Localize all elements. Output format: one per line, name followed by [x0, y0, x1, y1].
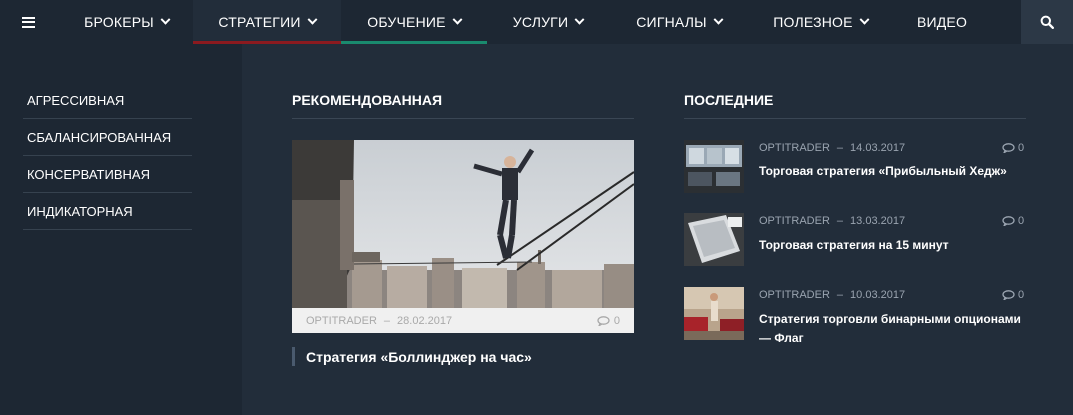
nav-item-label: Стратегии — [218, 14, 301, 30]
nav-item-education[interactable]: Обучение — [341, 0, 487, 44]
comments-link[interactable]: 0 — [1002, 142, 1024, 154]
nav-item-signals[interactable]: Сигналы — [609, 0, 749, 44]
latest-divider — [684, 118, 1026, 119]
nav-item-useful[interactable]: Полезное — [749, 0, 892, 44]
post-date: 14.03.2017 — [850, 142, 906, 154]
comments-link[interactable]: 0 — [1002, 289, 1024, 301]
post-date: 10.03.2017 — [850, 289, 906, 301]
comment-count: 0 — [1018, 215, 1025, 227]
trading-desk-photo — [684, 140, 744, 193]
search-button[interactable] — [1021, 0, 1073, 44]
post-thumbnail[interactable] — [684, 287, 744, 340]
post-title[interactable]: Торговая стратегия на 15 минут — [759, 236, 1021, 255]
post-title[interactable]: Стратегия торговли бинарными опционами —… — [759, 310, 1021, 348]
nav-item-label: Сигналы — [636, 14, 707, 30]
meta-separator: – — [836, 289, 844, 301]
nav-item-label: Обучение — [367, 14, 446, 30]
submenu-item-label: Консервативная — [27, 166, 150, 182]
nav-item-label: Полезное — [773, 14, 853, 30]
street-photo — [684, 287, 744, 340]
meta-separator: – — [836, 215, 844, 227]
comment-count: 0 — [1018, 289, 1025, 301]
latest-heading: Последние — [684, 92, 774, 108]
meta-separator: – — [383, 314, 391, 327]
author-link[interactable]: OPTITRADER — [759, 142, 830, 154]
submenu-item-label: Агрессивная — [27, 92, 125, 108]
post-thumbnail[interactable] — [684, 140, 744, 193]
comment-icon — [1002, 290, 1015, 300]
laptop-photo — [684, 213, 744, 266]
author-link[interactable]: OPTITRADER — [759, 215, 830, 227]
post-date: 28.02.2017 — [397, 314, 453, 327]
submenu-item-label: Сбалансированная — [27, 129, 172, 145]
comments-link[interactable]: 0 — [597, 315, 620, 327]
hamburger-icon — [21, 16, 35, 28]
search-icon — [1040, 15, 1054, 29]
top-navigation: Брокеры Стратегии Обучение Услуги Сигнал… — [0, 0, 1073, 44]
nav-item-label: Видео — [916, 14, 968, 30]
comment-icon — [597, 315, 610, 326]
menu-button[interactable] — [0, 0, 56, 44]
meta-separator: – — [836, 142, 844, 154]
chevron-down-icon — [452, 14, 463, 25]
comment-count: 0 — [1018, 142, 1025, 154]
comment-icon — [1002, 143, 1015, 153]
comment-icon — [1002, 216, 1015, 226]
chevron-down-icon — [574, 14, 585, 25]
featured-image[interactable] — [292, 140, 634, 308]
nav-item-label: Услуги — [512, 14, 569, 30]
post-meta: OPTITRADER –13.03.2017 — [759, 215, 905, 227]
featured-post-title[interactable]: Стратегия «Боллинджер на час» — [292, 347, 532, 366]
featured-divider — [292, 118, 634, 119]
post-title[interactable]: Торговая стратегия «Прибыльный Хедж» — [759, 162, 1021, 181]
post-meta: OPTITRADER –10.03.2017 — [759, 289, 905, 301]
nav-item-brokers[interactable]: Брокеры — [60, 0, 193, 44]
submenu-item-balanced[interactable]: Сбалансированная — [23, 119, 192, 156]
submenu-item-indicator[interactable]: Индикаторная — [23, 193, 192, 230]
author-link[interactable]: OPTITRADER — [759, 289, 830, 301]
author-link[interactable]: OPTITRADER — [306, 315, 377, 327]
post-date: 13.03.2017 — [850, 215, 906, 227]
tightrope-walker-photo — [292, 140, 634, 308]
post-thumbnail[interactable] — [684, 213, 744, 266]
submenu-item-conservative[interactable]: Консервативная — [23, 156, 192, 193]
nav-item-label: Брокеры — [84, 14, 154, 30]
featured-meta: OPTITRADER – 28.02.2017 0 — [292, 308, 634, 333]
nav-item-strategies[interactable]: Стратегии — [193, 0, 341, 44]
nav-item-video[interactable]: Видео — [892, 0, 992, 44]
post-meta: OPTITRADER –14.03.2017 — [759, 142, 905, 154]
submenu-item-label: Индикаторная — [27, 203, 133, 219]
featured-heading: Рекомендованная — [292, 92, 443, 108]
chevron-down-icon — [713, 14, 724, 25]
chevron-down-icon — [859, 14, 870, 25]
comment-count: 0 — [613, 314, 620, 327]
chevron-down-icon — [307, 14, 318, 25]
nav-item-services[interactable]: Услуги — [487, 0, 609, 44]
chevron-down-icon — [160, 14, 171, 25]
comments-link[interactable]: 0 — [1002, 215, 1024, 227]
submenu-item-aggressive[interactable]: Агрессивная — [23, 82, 192, 119]
